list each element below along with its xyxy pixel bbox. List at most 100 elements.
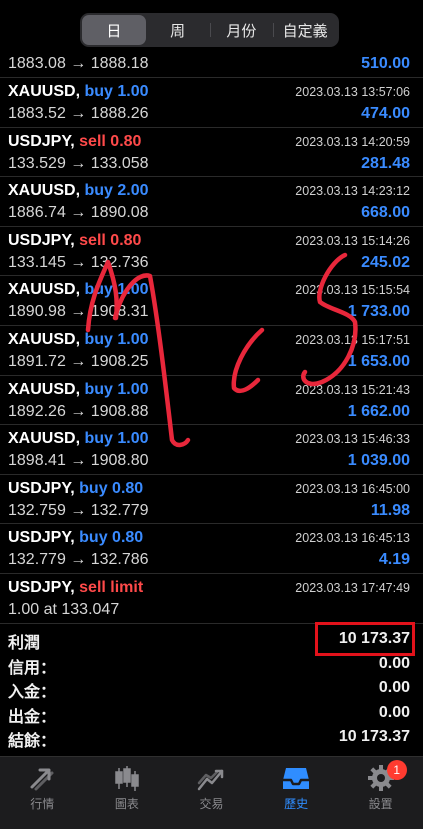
trade-profit: 245.02 bbox=[361, 253, 410, 271]
notification-badge: 1 bbox=[386, 760, 407, 780]
trade-profit: 668.00 bbox=[361, 204, 410, 222]
trade-time: 2023.03.13 14:20:59 bbox=[295, 134, 410, 149]
summary-label: 利潤 bbox=[8, 635, 41, 652]
segment-custom[interactable]: 自定義 bbox=[273, 15, 337, 45]
trade-row[interactable]: USDJPY, buy 0.80 2023.03.13 16:45:13 132… bbox=[0, 524, 423, 574]
trade-time: 2023.03.13 15:21:43 bbox=[295, 382, 410, 397]
quotes-arrows-icon bbox=[30, 768, 54, 791]
trade-row[interactable]: XAUUSD, buy 1.00 2023.03.13 13:57:06 188… bbox=[0, 78, 423, 128]
trade-prices: 1886.74 → 1890.08 bbox=[8, 204, 149, 222]
trade-time: 2023.03.13 15:15:54 bbox=[295, 283, 410, 298]
order-price: 1.00 at 133.047 bbox=[8, 600, 120, 618]
tab-quotes[interactable]: 行情 bbox=[0, 757, 85, 829]
trade-action: buy 1.00 bbox=[84, 281, 149, 299]
trade-profit: 281.48 bbox=[361, 154, 410, 172]
trade-prices: 132.759 → 132.779 bbox=[8, 501, 149, 519]
trade-time: 2023.03.13 13:57:06 bbox=[295, 85, 410, 99]
trade-profit: 1 733.00 bbox=[347, 303, 410, 321]
trade-time: 2023.03.13 15:46:33 bbox=[295, 432, 410, 447]
trade-time: 2023.03.13 15:14:26 bbox=[295, 233, 410, 248]
summary-value: 0.00 bbox=[378, 679, 410, 696]
pending-order-row[interactable]: USDJPY, sell limit 2023.03.13 17:47:49 1… bbox=[0, 574, 423, 624]
trade-prices: 1892.26 → 1908.88 bbox=[8, 402, 149, 420]
trade-symbol: XAUUSD, bbox=[8, 83, 81, 100]
summary-label: 入金： bbox=[8, 684, 57, 701]
segment-day[interactable]: 日 bbox=[82, 15, 146, 45]
segment-week[interactable]: 周 bbox=[146, 15, 210, 45]
candlestick-chart-icon bbox=[115, 766, 139, 791]
trade-profit: 1 653.00 bbox=[347, 352, 410, 370]
trade-symbol: XAUUSD, bbox=[8, 330, 81, 348]
summary-value: 10 173.37 bbox=[338, 728, 410, 745]
trade-time: 2023.03.13 14:23:12 bbox=[295, 184, 410, 199]
summary-label: 結餘： bbox=[8, 733, 57, 750]
trade-profit: 510.00 bbox=[361, 55, 410, 72]
trade-symbol: USDJPY, bbox=[8, 578, 75, 596]
trade-row[interactable]: 1883.08 → 1888.18 510.00 bbox=[0, 54, 423, 78]
trade-time: 2023.03.13 16:45:13 bbox=[295, 531, 410, 546]
trade-row[interactable]: XAUUSD, buy 1.00 2023.03.13 15:21:43 189… bbox=[0, 376, 423, 426]
summary-label: 信用： bbox=[8, 659, 57, 677]
tab-label: 圖表 bbox=[114, 797, 139, 811]
summary-credit: 信用： 0.00 bbox=[0, 651, 423, 677]
summary-deposit: 入金： 0.00 bbox=[0, 675, 423, 701]
trade-row[interactable]: USDJPY, sell 0.80 2023.03.13 14:20:59 13… bbox=[0, 128, 423, 178]
trade-row[interactable]: USDJPY, sell 0.80 2023.03.13 15:14:26 13… bbox=[0, 227, 423, 277]
trade-profit: 1 039.00 bbox=[347, 452, 410, 470]
trade-symbol: USDJPY, bbox=[8, 132, 75, 150]
period-selector-bar: 日 周 月份 自定義 bbox=[0, 0, 423, 54]
trade-time: 2023.03.13 15:17:51 bbox=[295, 332, 410, 347]
trade-symbol-line: XAUUSD, buy 1.00 bbox=[8, 381, 149, 399]
trade-row[interactable]: XAUUSD, buy 1.00 2023.03.13 15:46:33 189… bbox=[0, 425, 423, 475]
tab-label: 交易 bbox=[199, 797, 224, 811]
trade-symbol-line: XAUUSD, buy 1.00 bbox=[8, 281, 149, 299]
trade-prices: 133.145 → 132.736 bbox=[8, 253, 149, 271]
trade-prices: 1891.72 → 1908.25 bbox=[8, 352, 149, 370]
trade-symbol: XAUUSD, bbox=[8, 182, 81, 200]
trade-symbol-line: USDJPY, sell 0.80 bbox=[8, 232, 141, 250]
trade-symbol-line: XAUUSD, buy 2.00 bbox=[8, 182, 149, 200]
trade-symbol-line: USDJPY, sell limit bbox=[8, 579, 143, 597]
trade-row[interactable]: XAUUSD, buy 1.00 2023.03.13 15:17:51 189… bbox=[0, 326, 423, 376]
trade-prices: 1898.41 → 1908.80 bbox=[8, 452, 149, 470]
trade-profit: 4.19 bbox=[378, 551, 410, 569]
summary-withdrawal: 出金： 0.00 bbox=[0, 700, 423, 726]
summary-balance: 結餘： 10 173.37 bbox=[0, 724, 423, 750]
trade-row[interactable]: XAUUSD, buy 2.00 2023.03.13 14:23:12 188… bbox=[0, 177, 423, 227]
trade-prices: 133.529 → 133.058 bbox=[8, 154, 149, 172]
trade-history-list: 1883.08 → 1888.18 510.00 XAUUSD, buy 1.0… bbox=[0, 54, 423, 624]
trade-row[interactable]: XAUUSD, buy 1.00 2023.03.13 15:15:54 189… bbox=[0, 276, 423, 326]
tab-history[interactable]: 歷史 bbox=[254, 757, 339, 829]
trade-row[interactable]: USDJPY, buy 0.80 2023.03.13 16:45:00 132… bbox=[0, 475, 423, 525]
trade-action: buy 1.00 bbox=[84, 430, 149, 448]
trade-symbol-line: XAUUSD, buy 1.00 bbox=[8, 430, 149, 448]
summary-value: 0.00 bbox=[378, 703, 410, 721]
trade-profit: 1 662.00 bbox=[347, 402, 410, 420]
tab-label: 行情 bbox=[30, 797, 55, 811]
trade-symbol: XAUUSD, bbox=[8, 430, 81, 448]
trade-action: buy 1.00 bbox=[84, 83, 149, 100]
summary-profit: 利潤 10 173.37 bbox=[0, 622, 423, 656]
trade-action: sell limit bbox=[79, 578, 144, 596]
trade-action: buy 2.00 bbox=[84, 182, 149, 200]
trade-profit: 474.00 bbox=[361, 105, 410, 122]
trade-symbol: USDJPY, bbox=[8, 479, 75, 497]
trade-action: sell 0.80 bbox=[79, 132, 142, 150]
tab-chart[interactable]: 圖表 bbox=[85, 757, 170, 829]
account-summary: 利潤 10 173.37 信用： 0.00 入金： 0.00 出金： 0.00 … bbox=[0, 622, 423, 750]
history-inbox-icon bbox=[283, 768, 310, 789]
summary-value: 10 173.37 bbox=[338, 630, 410, 647]
trade-symbol-line: XAUUSD, buy 1.00 bbox=[8, 331, 149, 349]
bottom-tab-bar: 行情 圖表 交易 歷史 1 設置 bbox=[0, 756, 423, 829]
tab-settings[interactable]: 1 設置 bbox=[338, 757, 423, 829]
trade-action: buy 1.00 bbox=[84, 330, 149, 348]
tab-trade[interactable]: 交易 bbox=[169, 757, 254, 829]
trade-prices: 1883.52 → 1888.26 bbox=[8, 105, 149, 122]
trade-action: buy 0.80 bbox=[79, 529, 144, 547]
trade-symbol: USDJPY, bbox=[8, 529, 75, 547]
segment-month[interactable]: 月份 bbox=[209, 15, 274, 45]
trade-prices: 1890.98 → 1908.31 bbox=[8, 303, 149, 321]
period-segmented-control: 日 周 月份 自定義 bbox=[80, 13, 339, 47]
trade-prices: 132.779 → 132.786 bbox=[8, 551, 149, 569]
trade-action: buy 0.80 bbox=[79, 479, 144, 497]
